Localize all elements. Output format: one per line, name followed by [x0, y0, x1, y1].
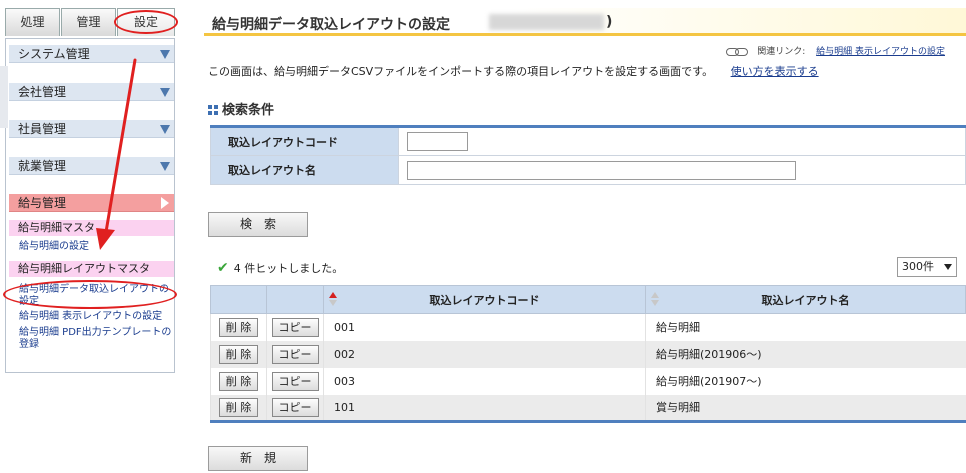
- menu-employee-management[interactable]: 社員管理: [9, 120, 174, 138]
- chevron-down-icon: [160, 88, 170, 97]
- link-payslip-settings[interactable]: 給与明細の設定: [19, 241, 174, 253]
- copy-button[interactable]: コピー: [271, 344, 319, 364]
- description-text: この画面は、給与明細データCSVファイルをインポートする際の項目レイアウトを設定…: [208, 65, 714, 78]
- redacted-company-name: [489, 14, 604, 30]
- tab-process[interactable]: 処理: [5, 8, 60, 36]
- copy-cell: コピー: [266, 394, 324, 422]
- search-form-table: 取込レイアウトコード 取込レイアウト名: [210, 125, 966, 185]
- sort-icon[interactable]: [651, 292, 659, 306]
- page-description: この画面は、給与明細データCSVファイルをインポートする際の項目レイアウトを設定…: [208, 63, 819, 79]
- related-links: 関連リンク: 給与明細 表示レイアウトの設定: [726, 44, 945, 57]
- table-row: 削 除 コピー 101 賞与明細: [210, 394, 966, 422]
- show-usage-link[interactable]: 使い方を表示する: [731, 65, 819, 78]
- header-code-col[interactable]: 取込レイアウトコード: [323, 285, 646, 314]
- sidebar-menu-panel: システム管理 会社管理 社員管理 就業管理 給与管理 給与明細マスタ 給与明細の…: [5, 38, 175, 373]
- header-copy-col: [266, 285, 324, 314]
- check-icon: ✔: [217, 260, 229, 276]
- table-row: 削 除 コピー 003 給与明細(201907～): [210, 367, 966, 395]
- delete-button[interactable]: 削 除: [218, 397, 259, 417]
- delete-cell: 削 除: [210, 340, 267, 368]
- name-cell: [398, 155, 966, 185]
- copy-button[interactable]: コピー: [271, 317, 319, 337]
- delete-button[interactable]: 削 除: [218, 317, 259, 337]
- menu-label: システム管理: [18, 47, 90, 61]
- layout-code-cell[interactable]: 101: [323, 394, 646, 422]
- per-page-select[interactable]: 300件: [897, 257, 957, 277]
- chevron-down-icon: [160, 50, 170, 59]
- layout-code-input[interactable]: [407, 132, 468, 151]
- hit-count: ✔ 4 件ヒットしました。: [217, 260, 343, 276]
- delete-button[interactable]: 削 除: [218, 371, 259, 391]
- header-name-col[interactable]: 取込レイアウト名: [645, 285, 966, 314]
- header-code-label: 取込レイアウトコード: [429, 293, 540, 307]
- main-content: 給与明細データ取込レイアウトの設定 ) 関連リンク: 給与明細 表示レイアウトの…: [195, 0, 966, 473]
- copy-cell: コピー: [266, 340, 324, 368]
- code-cell: [398, 126, 966, 156]
- sidebar-resize-handle[interactable]: [0, 66, 8, 128]
- copy-cell: コピー: [266, 313, 324, 341]
- related-link-display-layout[interactable]: 給与明細 表示レイアウトの設定: [816, 47, 945, 57]
- menu-label: 給与管理: [18, 196, 67, 210]
- layout-code-cell[interactable]: 002: [323, 340, 646, 368]
- subheader-payslip-layout-master: 給与明細レイアウトマスタ: [9, 261, 174, 277]
- header-name-label: 取込レイアウト名: [761, 293, 850, 307]
- copy-cell: コピー: [266, 367, 324, 395]
- related-links-label: 関連リンク:: [757, 47, 806, 57]
- search-row-code: 取込レイアウトコード: [210, 126, 966, 156]
- menu-label: 就業管理: [18, 159, 67, 173]
- subheader-payslip-master: 給与明細マスタ: [9, 220, 174, 236]
- menu-payroll-management[interactable]: 給与管理: [9, 194, 174, 212]
- menu-label: 社員管理: [18, 122, 67, 136]
- layout-name-cell[interactable]: 給与明細(201906～): [645, 340, 966, 368]
- sidebar: 処理 管理 設定 システム管理 会社管理 社員管理 就業管理 給与管理 給与明細…: [0, 0, 180, 473]
- grid-icon: [208, 105, 218, 115]
- link-import-layout-settings[interactable]: 給与明細データ取込レイアウトの設定: [19, 284, 174, 308]
- menu-label: 会社管理: [18, 85, 67, 99]
- section-title-text: 検索条件: [222, 103, 275, 118]
- layout-code-cell[interactable]: 003: [323, 367, 646, 395]
- sort-icon[interactable]: [329, 292, 337, 306]
- header-delete-col: [210, 285, 267, 314]
- menu-system-management[interactable]: システム管理: [9, 45, 174, 63]
- dropdown-arrow-icon: [944, 264, 952, 270]
- layout-name-input[interactable]: [407, 160, 796, 180]
- new-button[interactable]: 新 規: [208, 446, 308, 471]
- tab-manage[interactable]: 管理: [61, 8, 116, 36]
- search-section-title: 検索条件: [208, 99, 274, 118]
- page-title-bar: 給与明細データ取込レイアウトの設定 ): [204, 8, 966, 36]
- code-label: 取込レイアウトコード: [210, 126, 399, 156]
- sidebar-tabs: 処理 管理 設定: [5, 8, 175, 36]
- hit-count-text: 4 件ヒットしました。: [233, 262, 344, 275]
- layout-name-cell[interactable]: 給与明細: [645, 313, 966, 341]
- table-row: 削 除 コピー 001 給与明細: [210, 313, 966, 341]
- delete-cell: 削 除: [210, 313, 267, 341]
- menu-work-management[interactable]: 就業管理: [9, 157, 174, 175]
- copy-button[interactable]: コピー: [271, 397, 319, 417]
- delete-cell: 削 除: [210, 394, 267, 422]
- table-row: 削 除 コピー 002 給与明細(201906～): [210, 340, 966, 368]
- link-pdf-template-registration[interactable]: 給与明細 PDF出力テンプレートの登録: [19, 327, 174, 351]
- results-header-row: 取込レイアウトコード 取込レイアウト名: [210, 285, 966, 314]
- chevron-right-icon: [161, 197, 169, 209]
- tab-settings[interactable]: 設定: [117, 8, 175, 36]
- chevron-down-icon: [160, 125, 170, 134]
- search-button[interactable]: 検 索: [208, 212, 308, 237]
- link-chain-icon: [726, 47, 749, 56]
- copy-button[interactable]: コピー: [271, 371, 319, 391]
- link-display-layout-settings[interactable]: 給与明細 表示レイアウトの設定: [19, 311, 174, 323]
- name-label: 取込レイアウト名: [210, 155, 399, 185]
- menu-company-management[interactable]: 会社管理: [9, 83, 174, 101]
- delete-button[interactable]: 削 除: [218, 344, 259, 364]
- results-table: 取込レイアウトコード 取込レイアウト名 削 除 コピー 001 給与明細 削 除…: [210, 285, 966, 423]
- chevron-down-icon: [160, 162, 170, 171]
- per-page-value: 300件: [902, 260, 934, 273]
- layout-name-cell[interactable]: 賞与明細: [645, 394, 966, 422]
- layout-name-cell[interactable]: 給与明細(201907～): [645, 367, 966, 395]
- layout-code-cell[interactable]: 001: [323, 313, 646, 341]
- page-title: 給与明細データ取込レイアウトの設定: [212, 17, 450, 33]
- delete-cell: 削 除: [210, 367, 267, 395]
- page-title-suffix: ): [606, 14, 613, 30]
- search-row-name: 取込レイアウト名: [210, 155, 966, 185]
